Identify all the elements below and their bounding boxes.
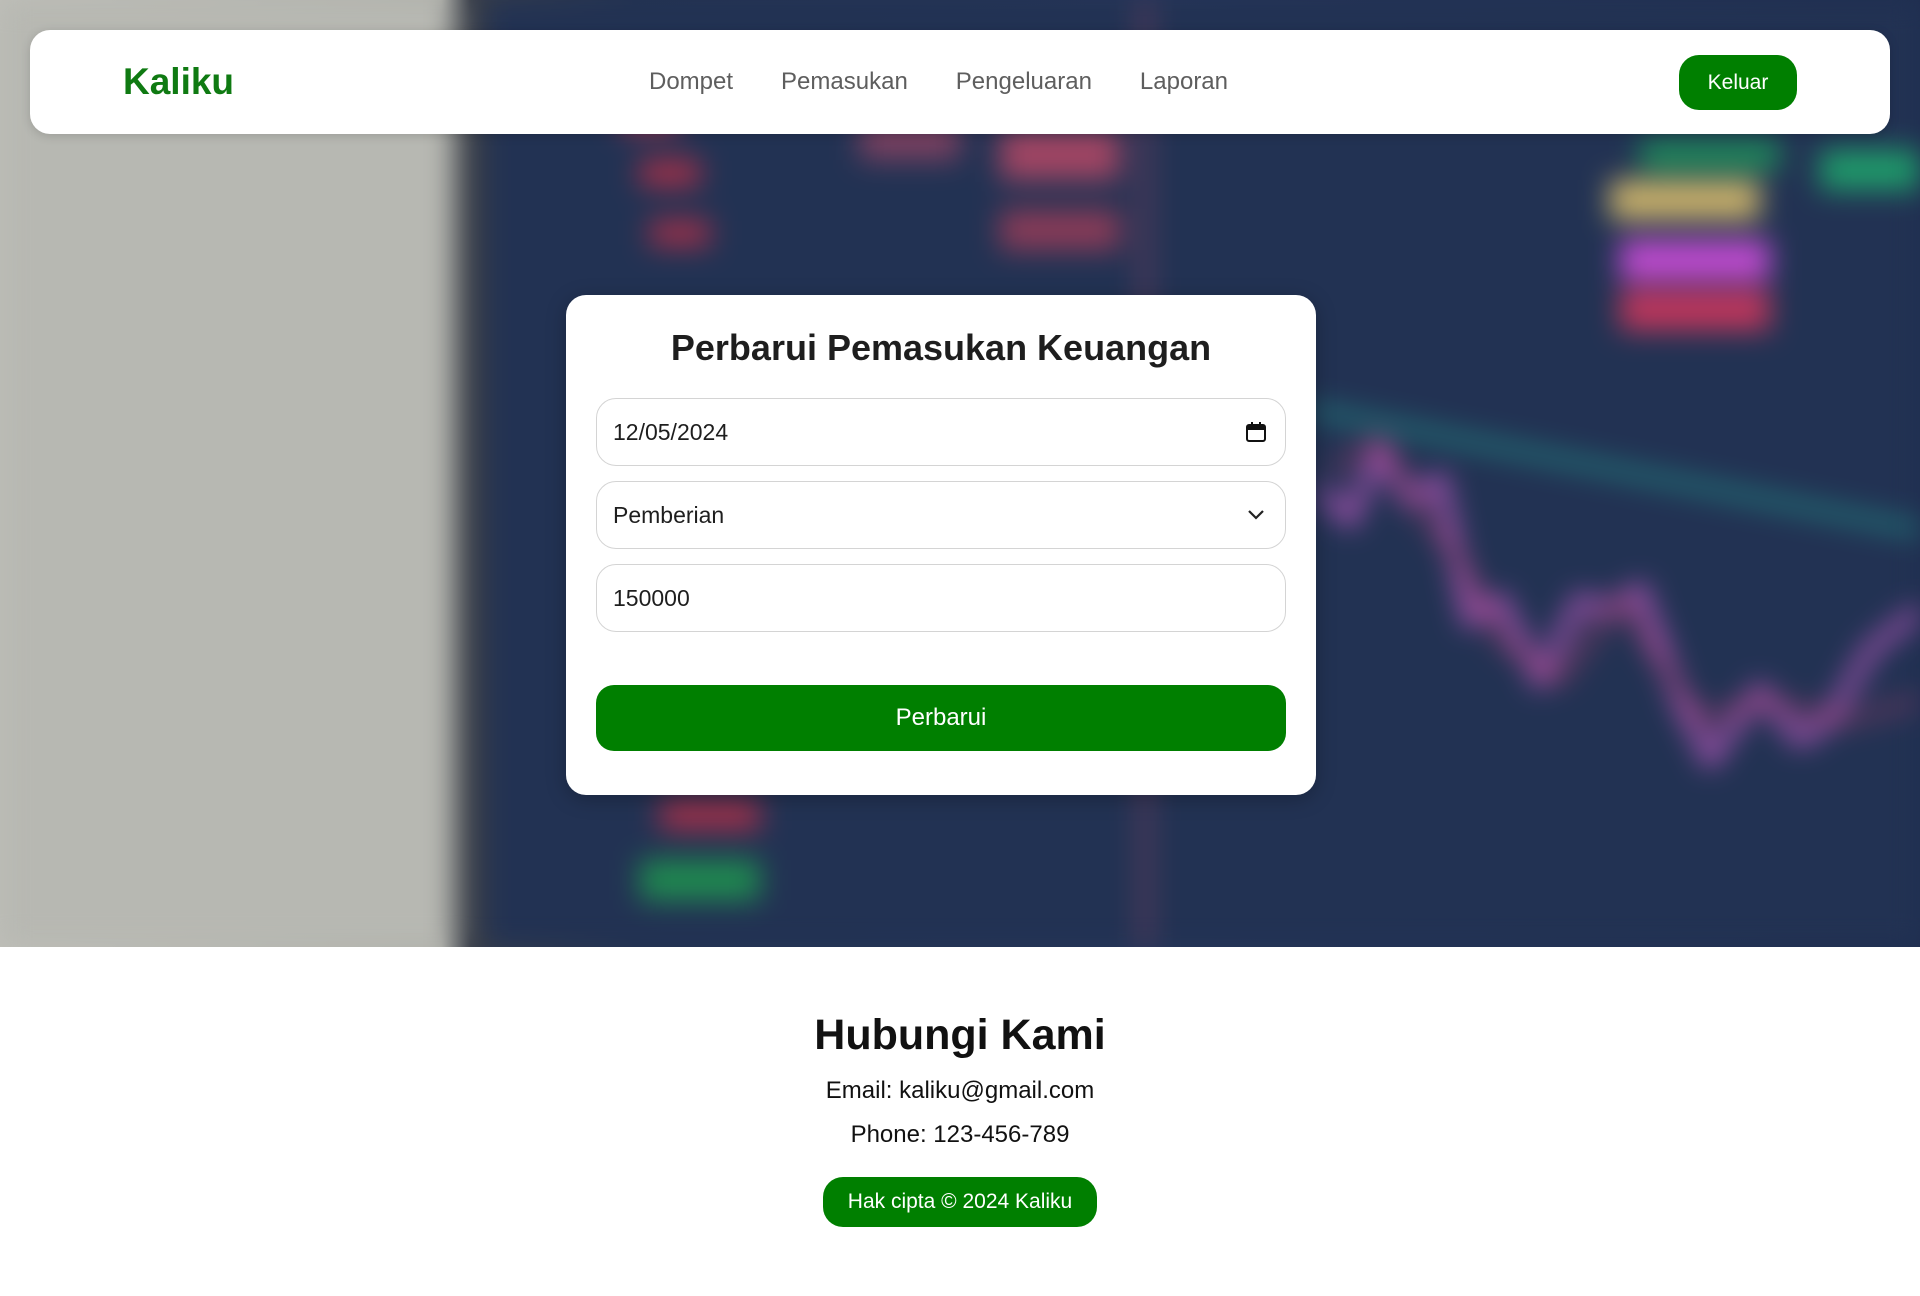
top-navbar: Kaliku Dompet Pemasukan Pengeluaran Lapo… — [30, 30, 1890, 134]
nav-links: Dompet Pemasukan Pengeluaran Laporan — [649, 68, 1228, 96]
form-title: Perbarui Pemasukan Keuangan — [670, 327, 1212, 368]
update-button[interactable]: Perbarui — [596, 685, 1286, 751]
date-input[interactable]: 12/05/2024 — [596, 398, 1286, 466]
calendar-icon[interactable] — [1243, 419, 1269, 445]
amount-input[interactable]: 150000 — [596, 564, 1286, 632]
footer: Hubungi Kami Email: kaliku@gmail.com Pho… — [0, 947, 1920, 1296]
nav-link-dompet[interactable]: Dompet — [649, 68, 733, 96]
amount-value: 150000 — [613, 584, 690, 611]
logout-button[interactable]: Keluar — [1679, 55, 1797, 110]
update-income-form: Perbarui Pemasukan Keuangan 12/05/2024 P… — [566, 295, 1316, 795]
nav-link-pengeluaran[interactable]: Pengeluaran — [956, 68, 1092, 96]
nav-link-laporan[interactable]: Laporan — [1140, 68, 1228, 96]
brand-logo[interactable]: Kaliku — [123, 61, 234, 103]
contact-email: Email: kaliku@gmail.com — [825, 1077, 1095, 1104]
contact-phone: Phone: 123-456-789 — [850, 1121, 1070, 1148]
date-value: 12/05/2024 — [613, 418, 729, 445]
copyright-badge: Hak cipta © 2024 Kaliku — [823, 1177, 1097, 1227]
category-value: Pemberian — [613, 501, 725, 528]
contact-title: Hubungi Kami — [814, 1011, 1106, 1059]
nav-link-pemasukan[interactable]: Pemasukan — [781, 68, 908, 96]
category-select[interactable]: Pemberian — [596, 481, 1286, 549]
chevron-down-icon — [1243, 502, 1269, 528]
